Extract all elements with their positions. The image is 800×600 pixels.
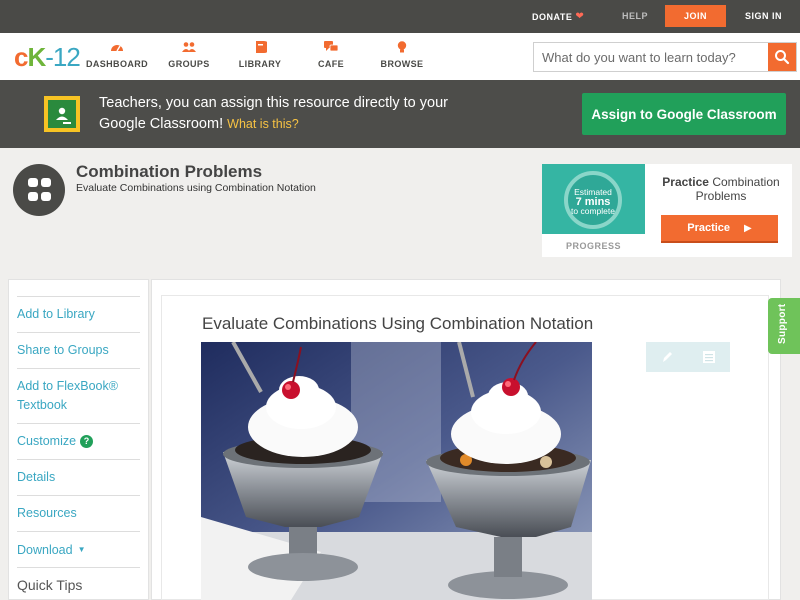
nav-library-label: LIBRARY — [238, 59, 282, 69]
logo-rest: -12 — [45, 42, 81, 72]
donate-label: DONATE — [532, 11, 573, 22]
estimate-circle: Estimated 7 mins to complete — [564, 171, 622, 229]
nav-dashboard-label: DASHBOARD — [85, 59, 149, 69]
practice-button-label: Practice — [687, 222, 731, 234]
sidebar-item-download[interactable]: Download ▼ — [17, 531, 140, 567]
caret-down-icon: ▼ — [77, 545, 86, 554]
estimate-line3: to complete — [571, 206, 615, 216]
share-groups-label: Share to Groups — [17, 343, 109, 357]
search-box — [533, 42, 797, 72]
details-label: Details — [17, 470, 56, 484]
add-flexbook-line2: Textbook — [17, 398, 68, 412]
download-label: Download — [17, 543, 73, 557]
support-tab[interactable]: Support — [768, 298, 800, 354]
notes-icon — [703, 351, 715, 363]
practice-title-bold: Practice — [662, 175, 709, 189]
sidebar-item-quick-tips[interactable]: Quick Tips — [17, 567, 140, 600]
donate-link[interactable]: DONATE ❤ — [532, 11, 584, 22]
nav-groups[interactable]: GROUPS — [154, 41, 224, 69]
utility-bar: DONATE ❤ HELP JOIN SIGN IN — [0, 0, 800, 33]
browse-bulb-icon — [397, 41, 407, 53]
cafe-chat-icon — [324, 41, 338, 52]
add-library-label: Add to Library — [17, 307, 95, 321]
progress-panel: Estimated 7 mins to complete — [542, 164, 645, 234]
add-flexbook-label: Add to FlexBook® Textbook — [17, 377, 140, 415]
groups-people-icon — [182, 42, 196, 52]
sidebar-item-share-groups[interactable]: Share to Groups — [17, 332, 140, 368]
concept-title: Combination Problems — [76, 162, 263, 181]
resources-label: Resources — [17, 506, 77, 520]
google-classroom-banner: Teachers, you can assign this resource d… — [0, 80, 800, 148]
search-icon — [775, 50, 790, 65]
search-input[interactable] — [534, 43, 768, 71]
sundae-photo — [201, 342, 592, 600]
nav-dashboard[interactable]: DASHBOARD — [82, 41, 152, 69]
google-banner-message: Teachers, you can assign this resource d… — [99, 93, 459, 135]
practice-title: Practice Combination Problems — [650, 175, 792, 203]
google-classroom-icon — [44, 96, 80, 132]
help-link[interactable]: HELP — [622, 11, 648, 21]
quick-tips-label: Quick Tips — [17, 577, 83, 593]
search-button[interactable] — [768, 43, 796, 71]
assign-google-classroom-button[interactable]: Assign to Google Classroom — [582, 93, 786, 135]
chevron-right-icon: ▶ — [744, 222, 752, 234]
main-nav: c K -12 DASHBOARD GROUPS LIBRARY CAFE BROW… — [0, 33, 800, 80]
nav-groups-label: GROUPS — [168, 59, 210, 69]
nav-browse[interactable]: BROWSE — [367, 41, 437, 69]
practice-card: Estimated 7 mins to complete PROGRESS Pr… — [542, 164, 792, 257]
article-tools — [646, 342, 730, 372]
concept-subtitle: Evaluate Combinations using Combination … — [76, 182, 316, 194]
what-is-this-link[interactable]: What is this? — [227, 117, 299, 131]
left-sidebar: Add to Library Share to Groups Add to Fl… — [8, 279, 149, 600]
sidebar-item-add-library[interactable]: Add to Library — [17, 296, 140, 332]
help-question-icon[interactable]: ? — [80, 435, 94, 448]
sidebar-item-add-flexbook[interactable]: Add to FlexBook® Textbook — [17, 368, 140, 423]
heart-icon: ❤ — [575, 11, 585, 22]
pencil-icon — [663, 352, 672, 362]
practice-title-rest: Combination Problems — [695, 175, 780, 203]
concept-icon — [13, 164, 65, 216]
library-book-icon — [256, 41, 267, 53]
ck12-logo[interactable]: c K -12 — [14, 42, 81, 73]
logo-k: K — [27, 42, 46, 72]
nav-cafe-label: CAFE — [317, 59, 345, 69]
nav-cafe[interactable]: CAFE — [296, 41, 366, 69]
sidebar-item-customize[interactable]: Customize? — [17, 423, 140, 459]
sidebar-item-resources[interactable]: Resources — [17, 495, 140, 531]
dashboard-gauge-icon — [111, 45, 123, 52]
add-flexbook-line1: Add to FlexBook® — [17, 379, 118, 393]
logo-c: c — [14, 42, 29, 72]
nav-library[interactable]: LIBRARY — [225, 41, 295, 69]
nav-browse-label: BROWSE — [380, 59, 424, 69]
annotate-button[interactable] — [646, 342, 688, 372]
sidebar-item-details[interactable]: Details — [17, 459, 140, 495]
sign-in-link[interactable]: SIGN IN — [745, 11, 782, 21]
support-label: Support — [777, 303, 788, 344]
notes-button[interactable] — [688, 342, 730, 372]
customize-label: Customize — [17, 434, 77, 448]
join-button[interactable]: JOIN — [665, 5, 726, 27]
article-title: Evaluate Combinations Using Combination … — [202, 314, 594, 333]
progress-label: PROGRESS — [565, 241, 621, 251]
practice-button[interactable]: Practice ▶ — [661, 215, 778, 243]
